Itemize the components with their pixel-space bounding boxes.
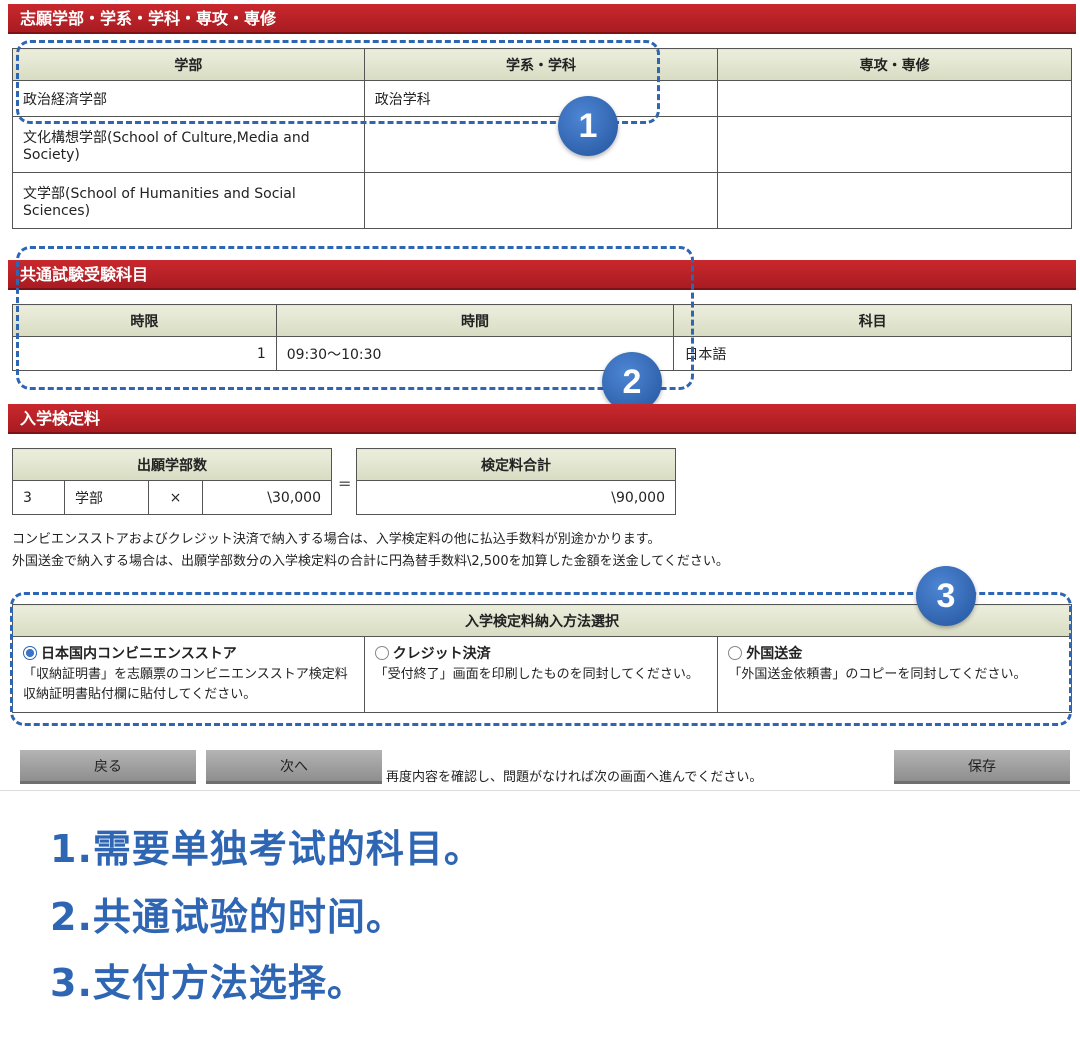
fee-section-header: 入学検定料 — [8, 404, 1076, 434]
department-header: 学系・学科 — [363, 48, 719, 81]
annotation-1: 1.需要单独考试的科目。 — [50, 827, 483, 871]
payment-option-desc: 「収納証明書」を志願票のコンビニエンスストア検定料収納証明書貼付欄に貼付してくだ… — [23, 667, 348, 702]
fee-count-header: 出願学部数 — [12, 448, 332, 481]
save-button[interactable]: 保存 — [894, 750, 1070, 784]
table-row: 政治経済学部 政治学科 — [12, 80, 1072, 117]
common-test-table: 時限 時間 科目 1 09:30〜10:30 日本語 — [12, 304, 1072, 371]
badge-1: 1 — [558, 96, 618, 156]
period-cell: 1 — [12, 336, 277, 371]
table-row: 文学部(School of Humanities and Social Scie… — [12, 172, 1072, 229]
table-row: 1 09:30〜10:30 日本語 — [12, 336, 1072, 371]
fee-total-cell: \90,000 — [356, 480, 676, 515]
faculty-section-header: 志願学部・学系・学科・専攻・専修 — [8, 4, 1076, 34]
common-test-section-header: 共通試験受験科目 — [8, 260, 1076, 290]
faculty-header: 学部 — [12, 48, 365, 81]
fee-note-1: コンビエンスストアおよびクレジット決済で納入する場合は、入学検定料の他に払込手数… — [12, 532, 661, 547]
fee-note-2: 外国送金で納入する場合は、出願学部数分の入学検定料の合計に円為替手数料\2,50… — [12, 554, 729, 569]
major-cell — [717, 116, 1072, 173]
payment-method-header: 入学検定料納入方法選択 — [12, 604, 1072, 637]
faculty-cell: 文学部(School of Humanities and Social Scie… — [12, 172, 365, 229]
fee-total-header: 検定料合計 — [356, 448, 676, 481]
period-header: 時限 — [12, 304, 277, 337]
radio-icon[interactable] — [374, 646, 389, 660]
fee-count-cell: 3 — [12, 480, 65, 515]
next-button[interactable]: 次へ — [206, 750, 382, 784]
fee-unit-price-cell: \30,000 — [202, 480, 332, 515]
navigation-hint: 再度内容を確認し、問題がなければ次の画面へ進んでください。 — [386, 770, 763, 785]
major-header: 専攻・専修 — [717, 48, 1072, 81]
payment-option-credit[interactable]: クレジット決済 「受付終了」画面を印刷したものを同封してください。 — [363, 636, 719, 713]
annotation-3: 3.支付方法选择。 — [50, 961, 366, 1005]
radio-icon[interactable] — [728, 646, 743, 660]
payment-option-desc: 「受付終了」画面を印刷したものを同封してください。 — [374, 667, 699, 682]
subject-header: 科目 — [673, 304, 1072, 337]
payment-method-table: 入学検定料納入方法選択 日本国内コンビニエンスストア 「収納証明書」を志願票のコ… — [12, 604, 1072, 713]
faculty-cell: 政治経済学部 — [12, 80, 365, 117]
back-button[interactable]: 戻る — [20, 750, 196, 784]
subject-cell: 日本語 — [673, 336, 1072, 371]
fee-equals-sign: = — [338, 474, 352, 493]
table-row: 文化構想学部(School of Culture,Media and Socie… — [12, 116, 1072, 173]
payment-option-label: 外国送金 — [746, 646, 803, 662]
fee-unit-cell: 学部 — [64, 480, 149, 515]
time-header: 時間 — [275, 304, 675, 337]
fee-times-cell: × — [148, 480, 203, 515]
fee-count-table: 出願学部数 3 学部 × \30,000 — [12, 448, 332, 515]
badge-3: 3 — [916, 566, 976, 626]
major-cell — [717, 80, 1072, 117]
radio-selected-icon[interactable] — [23, 646, 37, 660]
badge-2: 2 — [602, 352, 662, 412]
faculty-table: 学部 学系・学科 専攻・専修 政治経済学部 政治学科 文化構想学部(School… — [12, 48, 1072, 229]
department-cell — [363, 116, 719, 173]
department-cell — [363, 172, 719, 229]
payment-option-convenience[interactable]: 日本国内コンビニエンスストア 「収納証明書」を志願票のコンビニエンスストア検定料… — [12, 636, 365, 713]
payment-option-label: 日本国内コンビニエンスストア — [41, 646, 237, 662]
payment-option-wire[interactable]: 外国送金 「外国送金依頼書」のコピーを同封してください。 — [717, 636, 1072, 713]
faculty-cell: 文化構想学部(School of Culture,Media and Socie… — [12, 116, 365, 173]
fee-total-table: 検定料合計 \90,000 — [356, 448, 676, 515]
divider — [0, 790, 1080, 791]
payment-option-label: クレジット決済 — [392, 646, 491, 662]
payment-option-desc: 「外国送金依頼書」のコピーを同封してください。 — [728, 667, 1027, 682]
annotation-2: 2.共通试验的时间。 — [50, 895, 405, 939]
major-cell — [717, 172, 1072, 229]
department-cell: 政治学科 — [363, 80, 719, 117]
